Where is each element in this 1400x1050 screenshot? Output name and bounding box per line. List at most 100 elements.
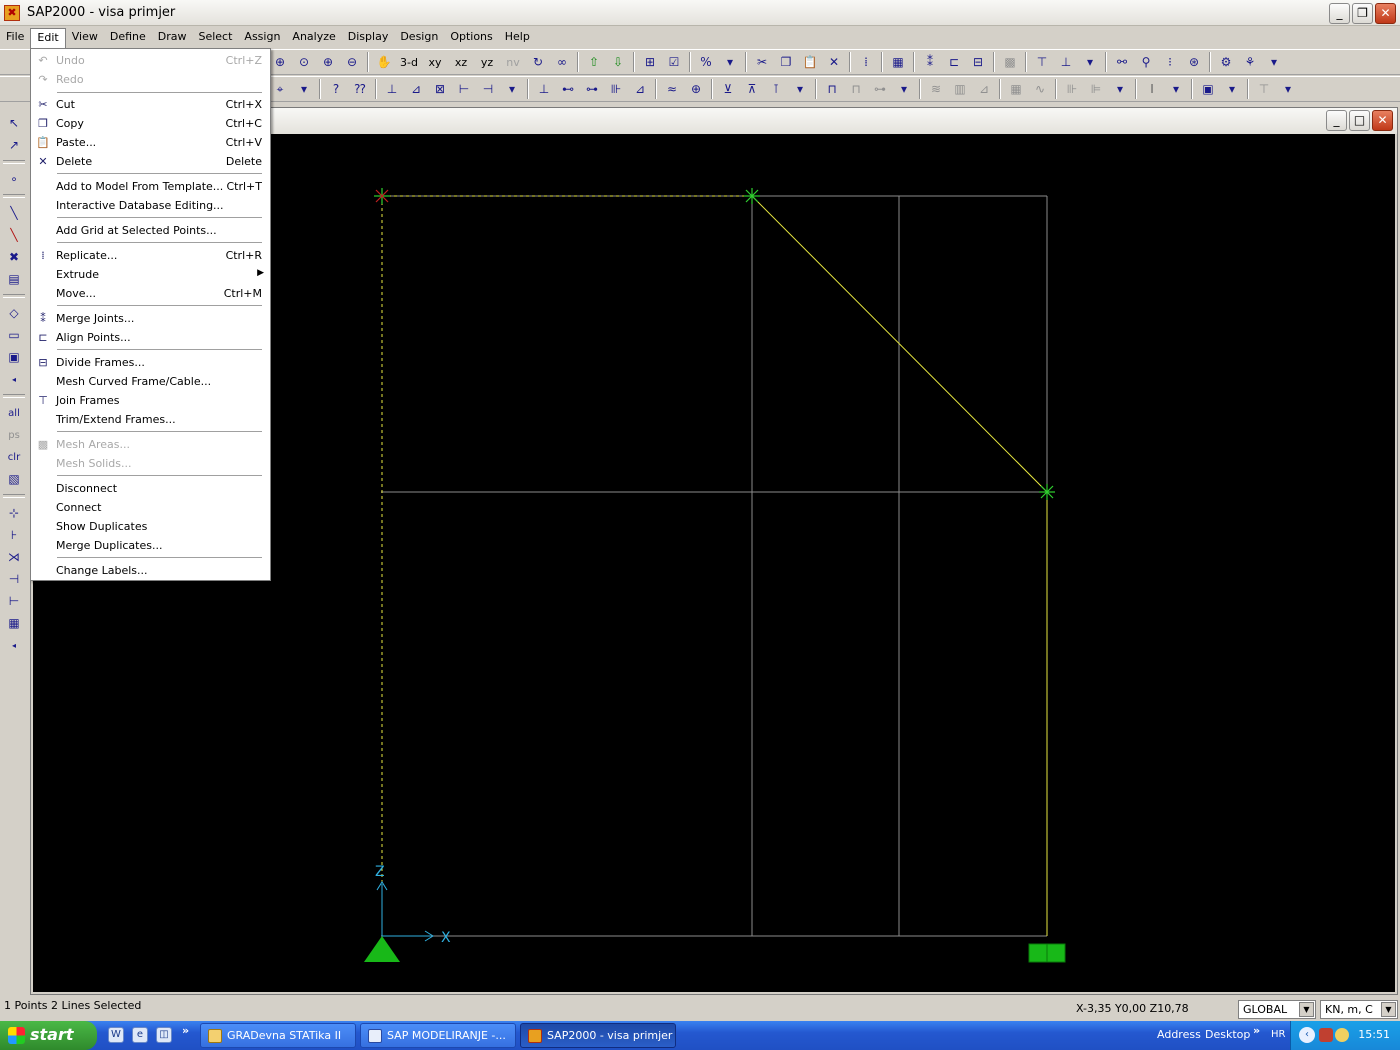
query-icon[interactable]: ?: [325, 78, 347, 100]
menu-edit[interactable]: Edit: [30, 28, 66, 48]
menu-display[interactable]: Display: [342, 28, 395, 48]
address-toolbar-label[interactable]: Address: [1157, 1028, 1201, 1041]
dropdown-arrow-icon[interactable]: ▾: [1263, 51, 1285, 73]
menu-item-delete[interactable]: ✕ Delete Delete: [31, 152, 270, 171]
connect-icon[interactable]: ⚲: [1135, 51, 1157, 73]
show-deformed-icon[interactable]: ≋: [925, 78, 947, 100]
menu-item-add-grid[interactable]: Add Grid at Selected Points...: [31, 221, 270, 240]
view-nv-button[interactable]: nv: [501, 51, 525, 73]
task-button-folder[interactable]: GRADevna STATika II: [200, 1023, 356, 1048]
view-3d-button[interactable]: 3-d: [397, 51, 421, 73]
menu-item-connect[interactable]: Connect: [31, 498, 270, 517]
menu-item-align-points[interactable]: ⊏ Align Points...: [31, 328, 270, 347]
menu-analyze[interactable]: Analyze: [286, 28, 341, 48]
frame-output-stations-icon[interactable]: ⊪: [605, 78, 627, 100]
dropdown-arrow-icon[interactable]: ▾: [293, 78, 315, 100]
query-all-icon[interactable]: ⁇: [349, 78, 371, 100]
quick-draw-braces-icon[interactable]: ▤: [3, 268, 25, 290]
check-icon[interactable]: ☑: [663, 51, 685, 73]
temperature-load-icon[interactable]: ⊺: [765, 78, 787, 100]
menu-item-show-duplicates[interactable]: Show Duplicates: [31, 517, 270, 536]
view-xz-button[interactable]: xz: [449, 51, 473, 73]
task-button-word[interactable]: SAP MODELIRANJE -...: [360, 1023, 516, 1048]
mesh-areas-icon[interactable]: ▩: [999, 51, 1021, 73]
dropdown-arrow-icon[interactable]: ▾: [1079, 51, 1101, 73]
set-display-options-icon[interactable]: ⊞: [639, 51, 661, 73]
quicklaunch-desktop-icon[interactable]: ◫: [156, 1027, 172, 1043]
menu-assign[interactable]: Assign: [238, 28, 286, 48]
draw-cable-icon[interactable]: ⊓: [845, 78, 867, 100]
menu-item-replicate[interactable]: ⁞ Replicate... Ctrl+R: [31, 246, 270, 265]
restore-button[interactable]: ❐: [1352, 3, 1373, 24]
menu-item-mesh-curved[interactable]: Mesh Curved Frame/Cable...: [31, 372, 270, 391]
get-previous-selection-icon[interactable]: ps: [3, 424, 25, 446]
show-plot-icon[interactable]: ⊫: [1085, 78, 1107, 100]
coord-system-select[interactable]: GLOBAL ▼: [1238, 1000, 1316, 1019]
minimize-button[interactable]: _: [1329, 3, 1350, 24]
change-labels-icon[interactable]: ⚙: [1215, 51, 1237, 73]
scroll-arrow-icon[interactable]: ◂: [3, 634, 25, 656]
show-forces-icon[interactable]: ▥: [949, 78, 971, 100]
assign-loads-icon[interactable]: ⊣: [477, 78, 499, 100]
dropdown-arrow-icon[interactable]: ▾: [893, 78, 915, 100]
menu-select[interactable]: Select: [192, 28, 238, 48]
menu-help[interactable]: Help: [499, 28, 536, 48]
cut-icon[interactable]: ✂: [751, 51, 773, 73]
view-yz-button[interactable]: yz: [475, 51, 499, 73]
menu-define[interactable]: Define: [104, 28, 152, 48]
menu-item-change-labels[interactable]: Change Labels...: [31, 561, 270, 580]
tray-app-icon[interactable]: [1319, 1028, 1333, 1042]
menu-draw[interactable]: Draw: [152, 28, 193, 48]
menu-item-undo[interactable]: ↶ Undo Ctrl+Z: [31, 51, 270, 70]
frame-local-axes-icon[interactable]: ⊿: [629, 78, 651, 100]
copy-icon[interactable]: ❐: [775, 51, 797, 73]
toolbar-chevron-icon[interactable]: »: [1253, 1024, 1260, 1037]
tray-network-icon[interactable]: [1335, 1028, 1349, 1042]
desktop-toolbar-label[interactable]: Desktop: [1205, 1028, 1250, 1041]
quick-draw-area-icon[interactable]: ▣: [3, 346, 25, 368]
joint-top-middle[interactable]: [744, 188, 760, 204]
reshape-icon[interactable]: ↗: [3, 134, 25, 156]
language-indicator[interactable]: HR: [1271, 1029, 1285, 1040]
settings-icon[interactable]: ⚘: [1239, 51, 1261, 73]
pointer-icon[interactable]: ↖: [3, 112, 25, 134]
show-response-icon[interactable]: ⊪: [1061, 78, 1083, 100]
view-minimize-button[interactable]: _: [1326, 110, 1347, 131]
section-designer-icon[interactable]: I: [1141, 78, 1163, 100]
tray-expand-icon[interactable]: ‹: [1299, 1027, 1315, 1043]
menu-item-extrude[interactable]: Extrude ▶: [31, 265, 270, 284]
show-influence-icon[interactable]: ∿: [1029, 78, 1051, 100]
menu-item-move[interactable]: Move... Ctrl+M: [31, 284, 270, 303]
pan-icon[interactable]: ✋: [373, 51, 395, 73]
intersecting-line-icon[interactable]: ▧: [3, 468, 25, 490]
draw-link-icon[interactable]: ⊶: [869, 78, 891, 100]
move-down-icon[interactable]: ⇩: [607, 51, 629, 73]
snap-perpendicular-icon[interactable]: ⊣: [3, 568, 25, 590]
disconnect-icon[interactable]: ⚯: [1111, 51, 1133, 73]
merge-duplicates-icon[interactable]: ⊛: [1183, 51, 1205, 73]
dropdown-arrow-icon[interactable]: ▾: [1109, 78, 1131, 100]
snap-fine-grid-icon[interactable]: ▦: [3, 612, 25, 634]
assign-releases-icon[interactable]: ⊢: [453, 78, 475, 100]
start-button[interactable]: start: [0, 1021, 97, 1050]
select-all-icon[interactable]: all: [3, 402, 25, 424]
divide-frames-icon[interactable]: ⊟: [967, 51, 989, 73]
align-points-icon[interactable]: ⊏: [943, 51, 965, 73]
snap-intersections-icon[interactable]: ⋊: [3, 546, 25, 568]
move-up-icon[interactable]: ⇧: [583, 51, 605, 73]
show-virtual-work-icon[interactable]: ▦: [1005, 78, 1027, 100]
assign-frame-section-icon[interactable]: ⊠: [429, 78, 451, 100]
draw-rect-area-icon[interactable]: ▭: [3, 324, 25, 346]
menu-item-divide-frames[interactable]: ⊟ Divide Frames...: [31, 353, 270, 372]
zoom-in-icon[interactable]: ⊕: [317, 51, 339, 73]
assign-springs-icon[interactable]: ⊿: [405, 78, 427, 100]
menu-item-disconnect[interactable]: Disconnect: [31, 479, 270, 498]
draw-frame-icon[interactable]: ⊓: [821, 78, 843, 100]
frame-section-icon[interactable]: ⊥: [533, 78, 555, 100]
view-maximize-button[interactable]: □: [1349, 110, 1370, 131]
zoom-window-icon[interactable]: ⊕: [269, 51, 291, 73]
draw-poly-area-icon[interactable]: ◇: [3, 302, 25, 324]
zoom-out-icon[interactable]: ⊖: [341, 51, 363, 73]
menu-item-cut[interactable]: ✂ Cut Ctrl+X: [31, 95, 270, 114]
perspective-icon[interactable]: ∞: [551, 51, 573, 73]
